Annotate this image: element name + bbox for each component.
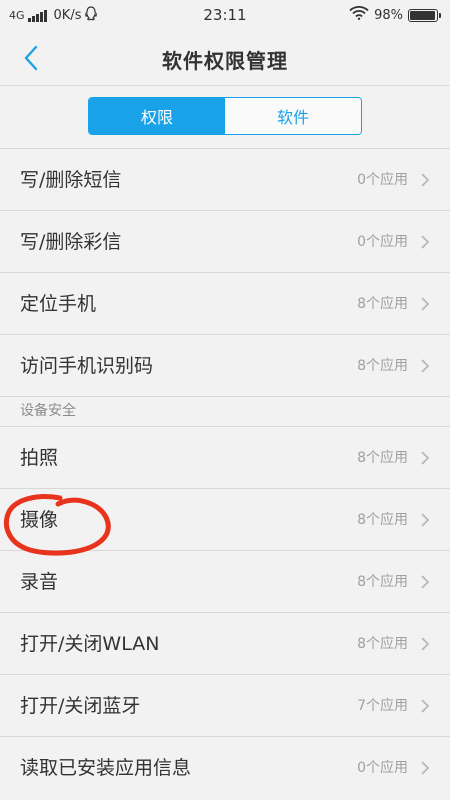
list-item-record-video[interactable]: 摄像 8个应用 (0, 488, 450, 550)
list-item-access-phone-id[interactable]: 访问手机识别码 8个应用 (0, 334, 450, 396)
list-item-count: 7个应用 (357, 698, 408, 714)
list-item-write-delete-mms[interactable]: 写/删除彩信 0个应用 (0, 210, 450, 272)
list-item-count: 8个应用 (357, 450, 408, 466)
list-item-label: 定位手机 (20, 293, 97, 315)
page-title: 软件权限管理 (162, 49, 288, 73)
list-item-toggle-wlan[interactable]: 打开/关闭WLAN 8个应用 (0, 612, 450, 674)
wifi-icon (349, 6, 369, 24)
chevron-right-icon (421, 297, 430, 311)
tab-permissions[interactable]: 权限 (89, 98, 225, 134)
chevron-right-icon (421, 761, 430, 775)
title-bar: 软件权限管理 (0, 30, 450, 86)
battery-icon (408, 8, 441, 22)
battery-percent: 98% (374, 7, 403, 23)
list-item-count: 8个应用 (357, 512, 408, 528)
chevron-right-icon (421, 699, 430, 713)
list-item-label: 访问手机识别码 (20, 355, 154, 377)
list-item-count: 8个应用 (357, 358, 408, 374)
list-item-locate-phone[interactable]: 定位手机 8个应用 (0, 272, 450, 334)
list-item-label: 读取已安装应用信息 (20, 757, 192, 779)
section-header-device-security: 设备安全 (0, 396, 450, 426)
permission-list: 写/删除短信 0个应用 写/删除彩信 0个应用 定位手机 8个应用 访问手机识别… (0, 148, 450, 798)
list-item-label: 写/删除彩信 (20, 231, 122, 253)
list-item-write-delete-sms[interactable]: 写/删除短信 0个应用 (0, 148, 450, 210)
status-right: 98% (349, 6, 441, 24)
list-item-count: 8个应用 (357, 574, 408, 590)
list-item-record-audio[interactable]: 录音 8个应用 (0, 550, 450, 612)
status-bar: 4G 0K/s 23:11 98% (0, 0, 450, 30)
list-item-label: 打开/关闭蓝牙 (20, 695, 141, 717)
list-item-count: 0个应用 (357, 234, 408, 250)
chevron-right-icon (421, 513, 430, 527)
list-item-label: 录音 (20, 571, 59, 593)
chevron-right-icon (421, 359, 430, 373)
chevron-right-icon (421, 575, 430, 589)
list-item-label: 写/删除短信 (20, 169, 122, 191)
list-item-count: 0个应用 (357, 172, 408, 188)
chevron-right-icon (421, 637, 430, 651)
list-item-read-installed-apps[interactable]: 读取已安装应用信息 0个应用 (0, 736, 450, 798)
list-item-count: 0个应用 (357, 760, 408, 776)
list-item-label: 摄像 (20, 509, 59, 531)
chevron-right-icon (421, 235, 430, 249)
list-item-count: 8个应用 (357, 636, 408, 652)
chevron-right-icon (421, 173, 430, 187)
list-item-label: 打开/关闭WLAN (20, 633, 160, 655)
tab-group: 权限 软件 (88, 97, 362, 135)
list-item-toggle-bluetooth[interactable]: 打开/关闭蓝牙 7个应用 (0, 674, 450, 736)
list-item-take-photo[interactable]: 拍照 8个应用 (0, 426, 450, 488)
chevron-right-icon (421, 451, 430, 465)
list-item-count: 8个应用 (357, 296, 408, 312)
list-item-label: 拍照 (20, 447, 59, 469)
tab-software[interactable]: 软件 (225, 98, 361, 134)
